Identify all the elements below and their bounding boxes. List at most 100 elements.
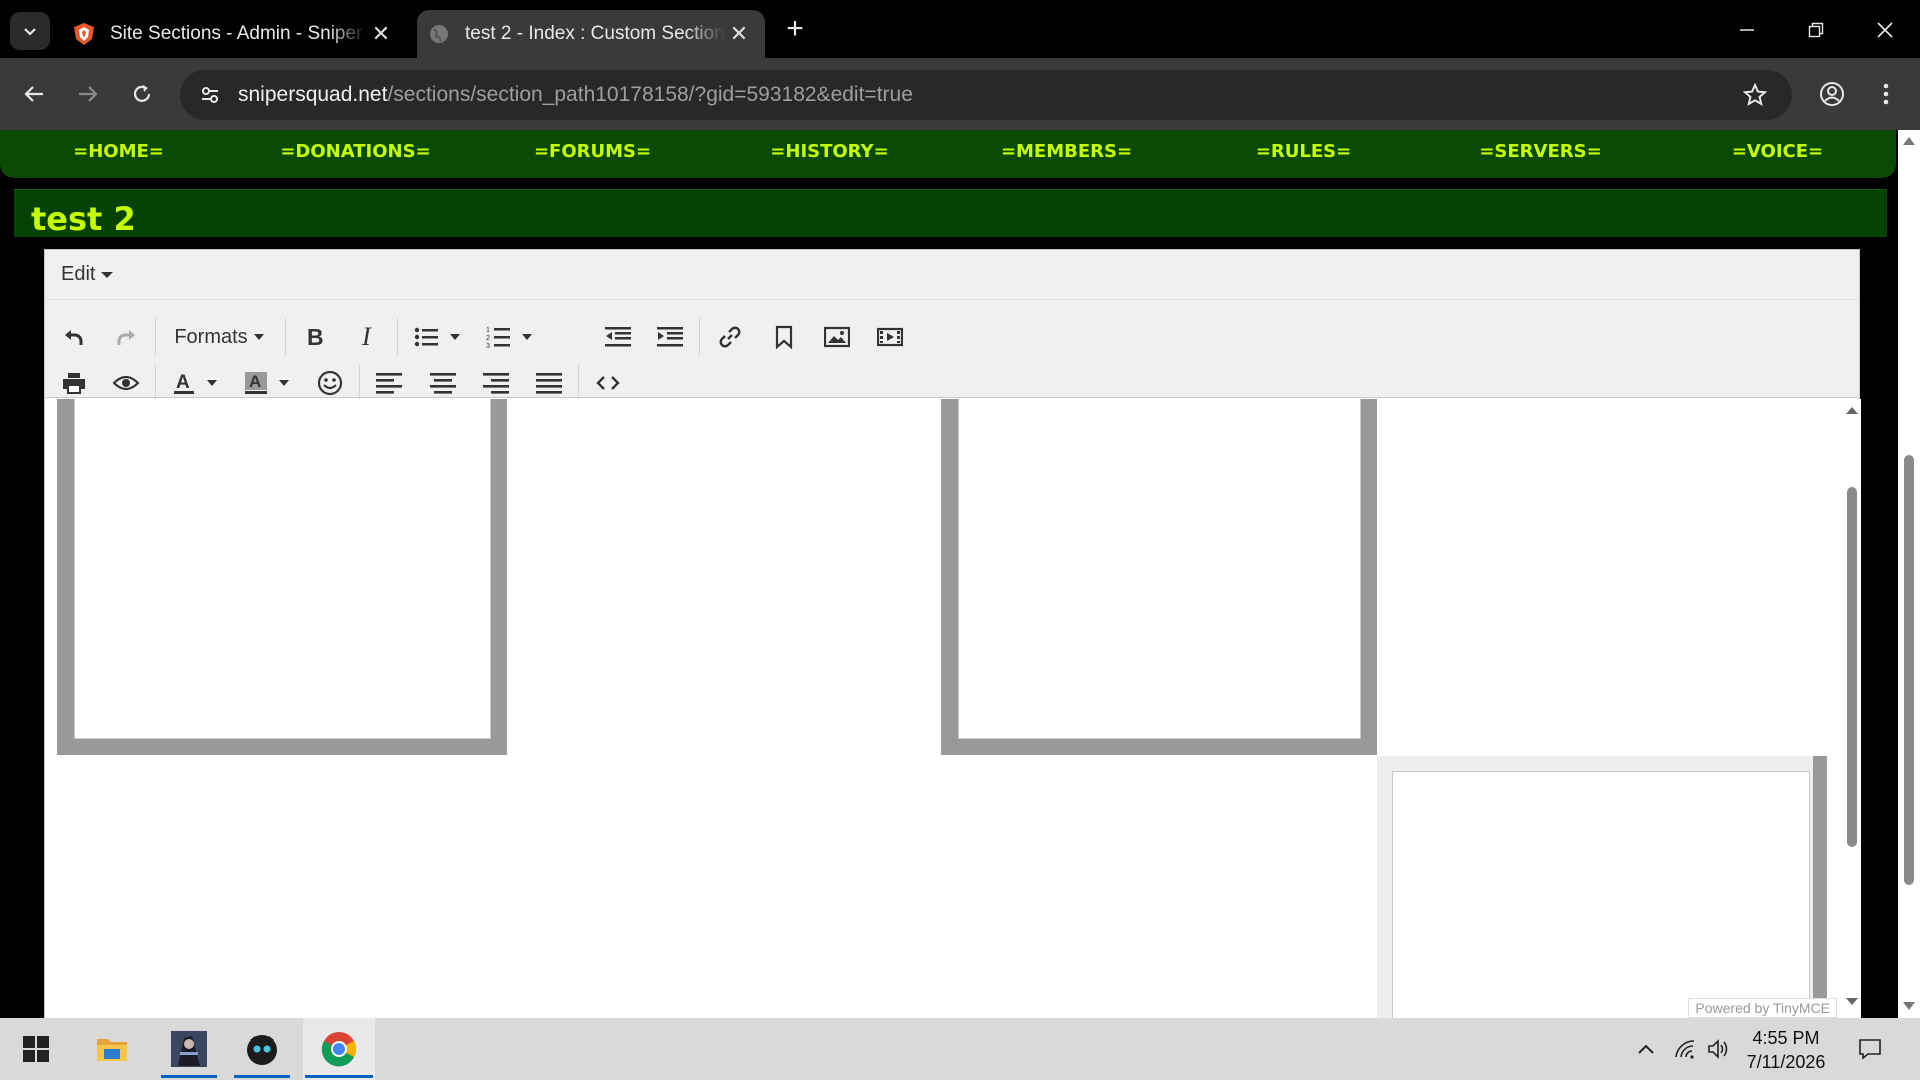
nav-rules-link[interactable]: =RULES= [1185,130,1422,178]
content-frame-box [1377,756,1827,1018]
outdent-button[interactable] [601,320,635,354]
network-status-button[interactable] [1670,1018,1700,1080]
content-frame-inner[interactable] [958,399,1361,739]
editor-content-area[interactable]: Powered by TinyMCE [45,399,1861,1018]
browser-toolbar: snipersquad.net/sections/section_path101… [0,58,1920,130]
undo-button[interactable] [57,320,91,354]
page-scrollbar-thumb[interactable] [1904,455,1914,885]
print-button[interactable] [57,366,91,400]
tab-test-2[interactable]: test 2 - Index : Custom Sections ✕ [417,10,765,58]
taskbar-app-game[interactable] [159,1018,219,1080]
content-frame-inner[interactable] [1392,771,1810,1018]
tab-title: test 2 - Index : Custom Sections [465,23,725,44]
svg-text:A: A [249,372,261,391]
toolbar-separator [578,364,579,402]
page-scrollbar[interactable] [1898,130,1920,1018]
anchor-button[interactable] [767,320,801,354]
toolbar-separator [359,364,360,402]
content-frame-box [941,399,1377,755]
volume-button[interactable] [1704,1018,1734,1080]
show-hidden-icons-button[interactable] [1632,1018,1660,1080]
back-button[interactable] [16,76,52,112]
scroll-up-icon[interactable] [1903,137,1915,145]
minimize-button[interactable] [1722,10,1772,50]
tab-site-sections[interactable]: Site Sections - Admin - Sniper S ✕ [62,10,407,58]
scroll-down-icon[interactable] [1903,1002,1915,1010]
redo-button[interactable] [109,320,143,354]
edit-menu-button[interactable]: Edit [61,263,114,286]
browser-tab-bar: Site Sections - Admin - Sniper S ✕ test … [0,0,1920,58]
scroll-up-icon[interactable] [1846,407,1858,414]
print-icon [63,373,85,394]
nav-voice-link[interactable]: =VOICE= [1659,130,1896,178]
nav-history-link[interactable]: =HISTORY= [711,130,948,178]
emoticons-button[interactable] [313,366,347,400]
profile-button[interactable] [1814,76,1850,112]
toolbar-separator [397,318,398,356]
game-app-icon [171,1031,207,1067]
insert-media-button[interactable] [873,320,907,354]
background-color-button[interactable]: A [239,366,295,400]
nav-servers-link[interactable]: =SERVERS= [1422,130,1659,178]
caret-down-icon [207,380,217,386]
rich-text-editor: Edit Formats B I 1 2 3 A A Powered by Ti… [44,249,1861,1018]
powered-by-label[interactable]: Powered by TinyMCE [1688,998,1837,1018]
volume-icon [1708,1039,1728,1059]
nav-home-link[interactable]: =HOME= [0,130,237,178]
formats-dropdown[interactable]: Formats [163,320,275,354]
file-explorer-button[interactable] [88,1018,136,1080]
close-tab-icon[interactable]: ✕ [725,20,753,48]
browser-menu-button[interactable] [1868,76,1904,112]
nav-donations-link[interactable]: =DONATIONS= [237,130,474,178]
tab-search-button[interactable] [10,12,50,50]
text-color-button[interactable]: A [167,366,223,400]
editor-menubar: Edit [45,250,1859,300]
align-justify-button[interactable] [532,366,566,400]
preview-button[interactable] [109,366,143,400]
italic-button[interactable]: I [351,320,385,354]
close-window-button[interactable] [1860,10,1910,50]
toolbar-separator [155,364,156,402]
address-bar[interactable]: snipersquad.net/sections/section_path101… [180,70,1792,120]
bullet-list-icon [414,327,438,347]
reload-button[interactable] [124,76,160,112]
content-frame-inner[interactable] [74,399,491,739]
numbered-list-button[interactable]: 123 [481,320,537,354]
redo-icon [117,330,135,345]
align-left-button[interactable] [372,366,406,400]
insert-image-button[interactable] [820,320,854,354]
start-button[interactable] [14,1018,58,1080]
wifi-icon [1675,1040,1695,1059]
insert-link-button[interactable] [713,320,747,354]
notifications-button[interactable] [1852,1018,1888,1080]
nav-members-link[interactable]: =MEMBERS= [948,130,1185,178]
scroll-down-icon[interactable] [1846,998,1858,1005]
text-color-icon: A [174,372,194,394]
system-clock[interactable]: 4:55 PM 7/11/2026 [1736,1026,1836,1074]
restore-button[interactable] [1791,10,1841,50]
start-icon [23,1036,49,1062]
new-tab-button[interactable]: + [780,12,810,45]
caret-down-icon [450,334,460,340]
close-tab-icon[interactable]: ✕ [367,20,395,48]
align-right-button[interactable] [479,366,513,400]
forward-button[interactable] [70,76,106,112]
bookmark-star-icon[interactable] [1740,80,1770,110]
site-info-icon[interactable] [190,75,230,115]
nav-forums-link[interactable]: =FORUMS= [474,130,711,178]
bold-button[interactable]: B [298,320,332,354]
editor-scrollbar-thumb[interactable] [1847,487,1857,847]
bullet-list-button[interactable] [409,320,465,354]
bookmark-icon [775,325,793,349]
file-explorer-icon [97,1039,127,1061]
indent-button[interactable] [653,320,687,354]
italic-icon: I [361,326,372,348]
taskbar-app-chrome[interactable] [303,1018,375,1080]
editor-scrollbar[interactable] [1841,399,1861,1018]
source-code-button[interactable] [591,366,625,400]
taskbar-app-owl[interactable] [232,1018,292,1080]
emoticons-icon [317,370,343,396]
caret-down-icon [279,380,289,386]
content-frame-box [57,399,507,755]
align-center-button[interactable] [426,366,460,400]
